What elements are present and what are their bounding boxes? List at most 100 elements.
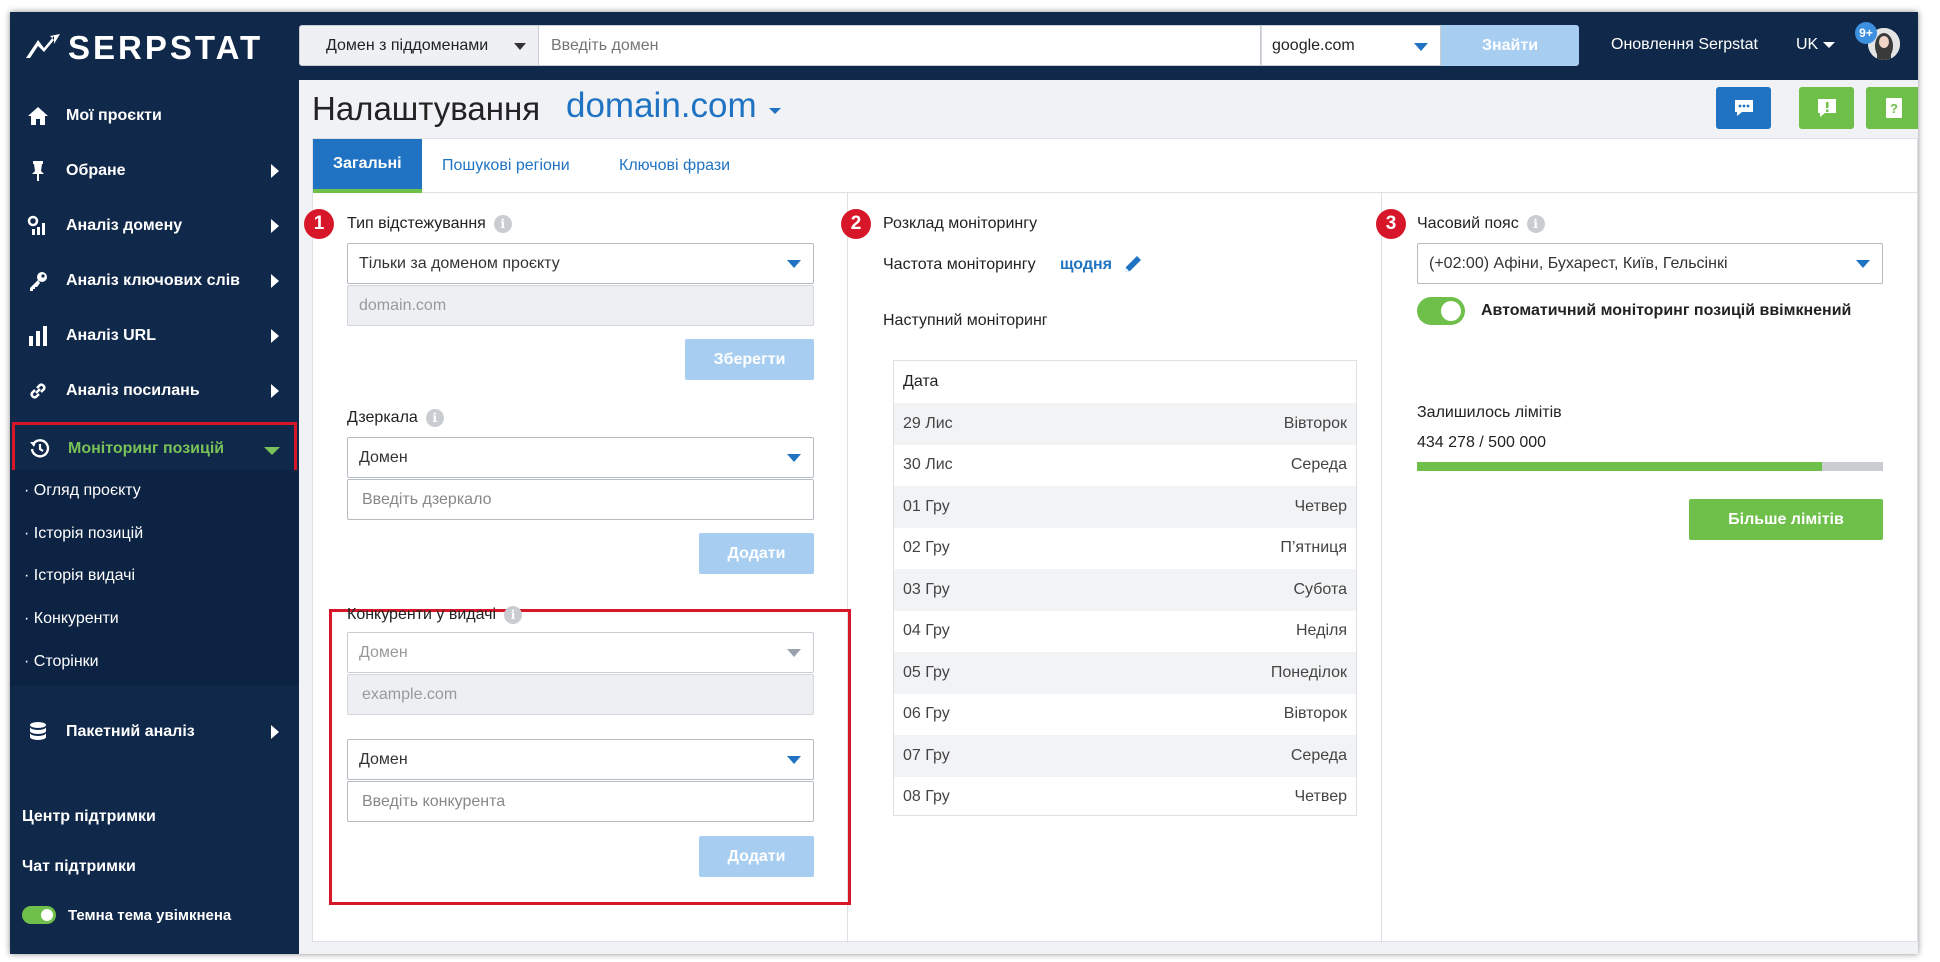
frequency-value-link[interactable]: щодня	[1060, 256, 1112, 274]
chevron-down-icon[interactable]	[769, 108, 781, 114]
table-row: 29 Лис Вівторок	[894, 403, 1356, 445]
add-competitor-button[interactable]: Додати	[699, 836, 814, 877]
chat-button[interactable]	[1716, 87, 1771, 129]
sidebar-item-keyword-analysis[interactable]: Аналіз ключових слів	[10, 253, 299, 308]
row-date: 04 Гру	[903, 622, 950, 640]
sidebar-item-label: Мої проєкти	[66, 106, 162, 124]
add-mirror-button[interactable]: Додати	[699, 533, 814, 574]
mirrors-label-text: Дзеркала	[347, 409, 418, 427]
language-switcher[interactable]: UK	[1796, 36, 1836, 54]
competitor-type-select[interactable]: Домен	[347, 739, 814, 780]
language-label: UK	[1796, 36, 1819, 53]
info-icon[interactable]: i	[504, 606, 523, 624]
chevron-down-icon	[1823, 41, 1836, 48]
more-limits-button[interactable]: Більше лімітів	[1689, 499, 1883, 540]
submenu-item-position-history[interactable]: · Історія позицій	[24, 525, 143, 543]
mirror-input-placeholder: Введіть дзеркало	[362, 490, 492, 508]
competitor-type-value: Домен	[359, 750, 408, 768]
chevron-down-icon	[264, 447, 280, 455]
timezone-value: (+02:00) Афіни, Бухарест, Київ, Гельсінк…	[1429, 254, 1728, 272]
timezone-select[interactable]: (+02:00) Афіни, Бухарест, Київ, Гельсінк…	[1417, 243, 1883, 284]
mirror-input[interactable]: Введіть дзеркало	[347, 479, 814, 520]
chevron-right-icon	[271, 724, 279, 739]
auto-monitoring-label: Автоматичний моніторинг позицій ввімкнен…	[1481, 302, 1852, 319]
row-day: Вівторок	[1283, 414, 1347, 432]
row-date: 07 Гру	[903, 746, 950, 764]
tab-keywords[interactable]: Ключові фрази	[619, 139, 730, 193]
help-book-icon: ?	[1885, 98, 1902, 118]
sidebar-item-batch-analysis[interactable]: Пакетний аналіз	[10, 704, 299, 759]
domain-analysis-icon	[26, 214, 50, 238]
table-row: 06 Гру Вівторок	[894, 694, 1356, 736]
sidebar-item-label: Аналіз ключових слів	[66, 271, 240, 289]
sidebar-item-rank-tracking[interactable]: Моніторинг позицій	[12, 422, 297, 476]
support-center-link[interactable]: Центр підтримки	[22, 808, 156, 826]
search-scope-label: Домен з піддоменами	[326, 36, 489, 54]
save-button[interactable]: Зберегти	[685, 339, 814, 380]
sidebar-item-label: Аналіз домену	[66, 216, 183, 234]
info-icon[interactable]: i	[493, 215, 512, 233]
project-domain-dropdown[interactable]: domain.com	[566, 86, 757, 126]
domain-search-input[interactable]	[539, 25, 1261, 66]
sidebar-item-my-projects[interactable]: Мої проєкти	[10, 88, 299, 143]
row-day: Неділя	[1296, 622, 1347, 640]
tracking-type-label: Тип відстежування i	[347, 215, 512, 233]
submenu-item-label: Огляд проєкту	[33, 482, 141, 499]
row-day: Четвер	[1294, 788, 1347, 806]
search-scope-select[interactable]: Домен з піддоменами	[299, 25, 539, 66]
submenu: · Огляд проєкту · Історія позицій · Істо…	[10, 470, 299, 686]
table-header: Дата	[894, 361, 1356, 403]
sidebar: Мої проєкти Обране Аналіз домену Аналіз …	[10, 80, 299, 954]
timezone-label-text: Часовий пояс	[1417, 215, 1519, 233]
competitors-label: Конкуренти у видачі i	[347, 606, 523, 624]
top-bar: SERPSTAT Домен з піддоменами google.com …	[10, 12, 1918, 80]
mirrors-label: Дзеркала i	[347, 409, 444, 427]
submenu-item-project-overview[interactable]: · Огляд проєкту	[24, 482, 141, 500]
mirror-type-select[interactable]: Домен	[347, 437, 814, 478]
competitor-input[interactable]: Введіть конкурента	[347, 781, 814, 822]
help-button[interactable]: ?	[1866, 87, 1918, 129]
updates-link[interactable]: Оновлення Serpstat	[1611, 36, 1758, 54]
limits-label: Залишилось лімітів	[1417, 404, 1562, 421]
serpstat-logo[interactable]: SERPSTAT	[24, 29, 263, 66]
app-window: SERPSTAT Домен з піддоменами google.com …	[10, 12, 1918, 954]
info-icon[interactable]: i	[425, 409, 444, 427]
row-date: 29 Лис	[903, 414, 953, 432]
competitor-type-select-disabled: Домен	[347, 632, 814, 673]
row-day: Середа	[1290, 456, 1347, 474]
tab-general[interactable]: Загальні	[313, 139, 422, 193]
submenu-item-competitors[interactable]: · Конкуренти	[24, 610, 119, 628]
report-issue-button[interactable]	[1799, 87, 1854, 129]
pin-icon	[26, 159, 50, 183]
sidebar-item-favorites[interactable]: Обране	[10, 143, 299, 198]
search-engine-label: google.com	[1272, 36, 1355, 54]
serpstat-logo-icon	[24, 32, 62, 65]
row-date: 06 Гру	[903, 705, 950, 723]
row-date: 08 Гру	[903, 788, 950, 806]
support-chat-link[interactable]: Чат підтримки	[22, 858, 136, 876]
dark-theme-switch[interactable]: Темна тема увімкнена	[22, 906, 231, 924]
tracking-type-select[interactable]: Тільки за доменом проєкту	[347, 243, 814, 284]
auto-monitoring-toggle[interactable]	[1417, 297, 1465, 325]
chevron-down-icon	[787, 756, 801, 764]
next-monitoring-label: Наступний моніторинг	[883, 312, 1048, 329]
edit-pencil-icon[interactable]	[1122, 253, 1144, 280]
timezone-label: Часовий пояс i	[1417, 215, 1545, 233]
info-icon[interactable]: i	[1526, 215, 1545, 233]
notifications-badge[interactable]: 9+	[1855, 22, 1877, 44]
dark-theme-toggle[interactable]	[22, 906, 56, 924]
sidebar-item-url-analysis[interactable]: Аналіз URL	[10, 308, 299, 363]
row-day: Понеділок	[1270, 663, 1347, 681]
tab-search-regions[interactable]: Пошукові регіони	[442, 139, 570, 193]
sidebar-item-domain-analysis[interactable]: Аналіз домену	[10, 198, 299, 253]
submenu-item-serp-history[interactable]: · Історія видачі	[24, 567, 135, 585]
chat-bubble-icon	[1734, 100, 1753, 116]
database-icon	[26, 720, 50, 744]
find-button[interactable]: Знайти	[1441, 25, 1579, 66]
submenu-item-pages[interactable]: · Сторінки	[24, 653, 99, 671]
search-engine-select[interactable]: google.com	[1261, 25, 1441, 66]
exclamation-icon	[1817, 99, 1836, 117]
sidebar-item-label: Моніторинг позицій	[68, 440, 225, 457]
svg-text:?: ?	[1890, 101, 1898, 116]
sidebar-item-link-analysis[interactable]: Аналіз посилань	[10, 363, 299, 418]
